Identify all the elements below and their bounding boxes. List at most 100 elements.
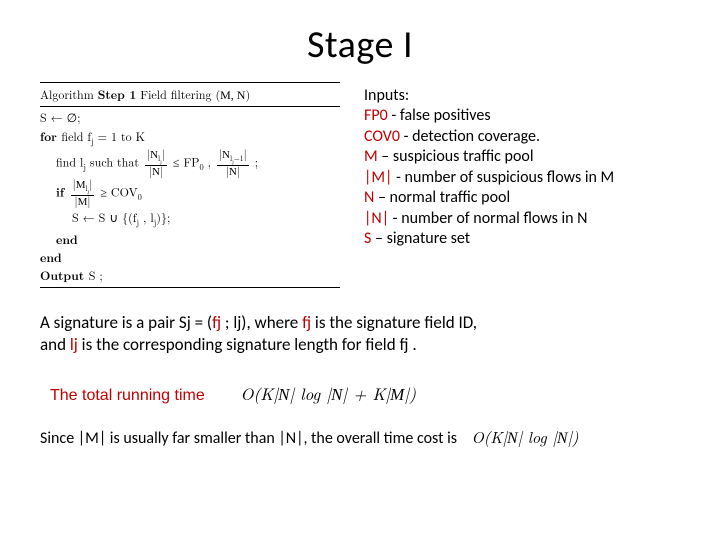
frac-3: |Mlj| |M| — [69, 179, 97, 209]
algo-step: Step 1 — [98, 85, 137, 103]
tbo-a: O(K| — [471, 425, 507, 448]
fp-label: FP0 — [364, 106, 388, 125]
page-title: Stage I — [40, 22, 680, 68]
find-a: find l — [56, 154, 83, 171]
timecost-text: Since |M| is usually far smaller than |N… — [40, 429, 457, 448]
cov-desc: - detection coverage. — [400, 127, 540, 146]
f1d-c: | — [160, 164, 163, 179]
s-desc: – signature set — [371, 229, 470, 248]
two-column-row: Algorithm Step 1 Field filtering (M, N) … — [40, 80, 680, 290]
mabs-label: |M| — [364, 168, 392, 187]
sig-c: ; lj), where — [221, 312, 302, 333]
kw-for: for — [40, 127, 61, 145]
slide: Stage I Algorithm Step 1 Field filtering… — [0, 0, 720, 540]
rbo-f: M — [390, 385, 404, 404]
mabs-desc: - number of suspicious flows in M — [392, 168, 614, 187]
timecost-row: Since |M| is usually far smaller than |N… — [40, 425, 680, 448]
f1n-b: N — [150, 149, 158, 161]
rbo-g: |) — [404, 381, 416, 405]
running-time-row: The total running time O(K|N| log |N| + … — [50, 381, 680, 405]
inputs-n: N – normal traffic pool — [364, 188, 680, 208]
running-time-bigO: O(K|N| log |N| + K|M|) — [240, 381, 416, 405]
tbo-b: N — [507, 430, 518, 447]
sig-e: is the signature field ID, — [311, 312, 477, 333]
algo-top-rule — [40, 82, 340, 83]
inputs-cov: COV0 - detection coverage. — [364, 127, 680, 147]
tbo-d: N — [557, 430, 568, 447]
rbo-b: N — [278, 385, 289, 404]
f2d-c: | — [237, 164, 240, 179]
kw-if: if — [56, 182, 69, 200]
algo-header-prefix: Algorithm — [40, 86, 98, 103]
cov-label: COV0 — [364, 127, 400, 146]
inputs-mabs: |M| - number of suspicious flows in M — [364, 168, 680, 188]
assign-a: S ← S ∪ {(f — [72, 209, 136, 226]
if-geq: ≥ COV — [100, 183, 137, 200]
algo-header: Algorithm Step 1 Field filtering (M, N) — [40, 85, 340, 104]
f2n-b: N — [222, 149, 230, 161]
n-label: N — [364, 188, 374, 207]
kw-end-if: end — [40, 230, 340, 248]
algo-header-close: ) — [245, 86, 250, 103]
cov-sub0: 0 — [138, 192, 142, 203]
find-leq: ≤ FP — [173, 154, 200, 171]
m-desc: – suspicious traffic pool — [378, 147, 534, 166]
f3n-e: | — [89, 177, 92, 192]
fp-desc: - false positives — [388, 106, 491, 125]
inputs-block: Inputs: FP0 - false positives COV0 - det… — [364, 80, 680, 250]
f2n-e: −1 — [234, 153, 244, 164]
kw-end-for: end — [40, 248, 340, 266]
assign-b: , l — [139, 209, 154, 226]
rbo-d: N — [331, 385, 342, 404]
tbo-c: | log | — [518, 425, 557, 448]
for-body-b: = 1 to K — [94, 128, 145, 145]
nabs-label: |N| — [364, 209, 389, 228]
sig-fj-1: fj — [212, 312, 221, 333]
frac-2: |Nlj−1| |N| — [215, 149, 251, 179]
m-label: M — [364, 147, 378, 166]
inputs-m: M – suspicious traffic pool — [364, 147, 680, 167]
algo-line-assign: S ← S ∪ {(fj , lj)}; — [40, 209, 340, 230]
algo-line-find: find lj such that |Nlj| |N| ≤ FP0 , |Nlj… — [40, 149, 340, 179]
running-time-label: The total running time — [50, 387, 205, 404]
assign-c: )}; — [156, 209, 170, 226]
frac-1: |Nlj| |N| — [143, 149, 169, 179]
tbo-e: |) — [568, 425, 579, 448]
sig-h: is the corresponding signature length fo… — [78, 334, 417, 355]
algo-bottom-rule — [40, 287, 340, 288]
output-S: S ; — [89, 267, 103, 284]
timecost-bigO: O(K|N| log |N|) — [471, 425, 578, 448]
f2n-f: | — [244, 147, 247, 162]
nabs-desc: - number of normal flows in N — [389, 209, 587, 228]
find-comma: , — [204, 154, 215, 171]
rbo-a: O(K| — [240, 381, 278, 405]
algo-line-if: if |Mlj| |M| ≥ COV0 — [40, 179, 340, 209]
kw-output: Output — [40, 266, 89, 284]
algo-line-for: for field fj = 1 to K — [40, 127, 340, 149]
inputs-s: S – signature set — [364, 229, 680, 249]
inputs-fp: FP0 - false positives — [364, 106, 680, 126]
rbo-c: | log | — [289, 381, 331, 405]
n-desc: – normal traffic pool — [374, 188, 510, 207]
find-b: such that — [86, 154, 143, 171]
f3d-c: | — [87, 194, 90, 209]
find-semicolon: ; — [255, 154, 258, 171]
signature-definition: A signature is a pair Sj = (fj ; lj), wh… — [40, 312, 680, 356]
f1d-b: N — [152, 166, 160, 178]
algo-header-suffix: Field filtering ( — [136, 86, 220, 103]
algo-line-init: S ← ∅; — [40, 109, 340, 127]
sig-a: A signature is a pair Sj = ( — [40, 312, 212, 333]
f2d-b: N — [229, 166, 237, 178]
inputs-heading: Inputs: — [364, 86, 680, 106]
algo-header-mn: M, N — [220, 88, 245, 102]
algo-rule-2 — [40, 106, 340, 107]
for-body-a: field f — [61, 128, 91, 145]
inputs-nabs: |N| - number of normal flows in N — [364, 209, 680, 229]
sig-lj: lj — [70, 334, 78, 355]
algo-output: Output S ; — [40, 266, 340, 285]
f1n-e: | — [162, 147, 165, 162]
algorithm-block: Algorithm Step 1 Field filtering (M, N) … — [40, 80, 340, 290]
sig-fj-2: fj — [302, 312, 311, 333]
f3d-b: M — [78, 196, 88, 208]
sig-f: and — [40, 334, 70, 355]
